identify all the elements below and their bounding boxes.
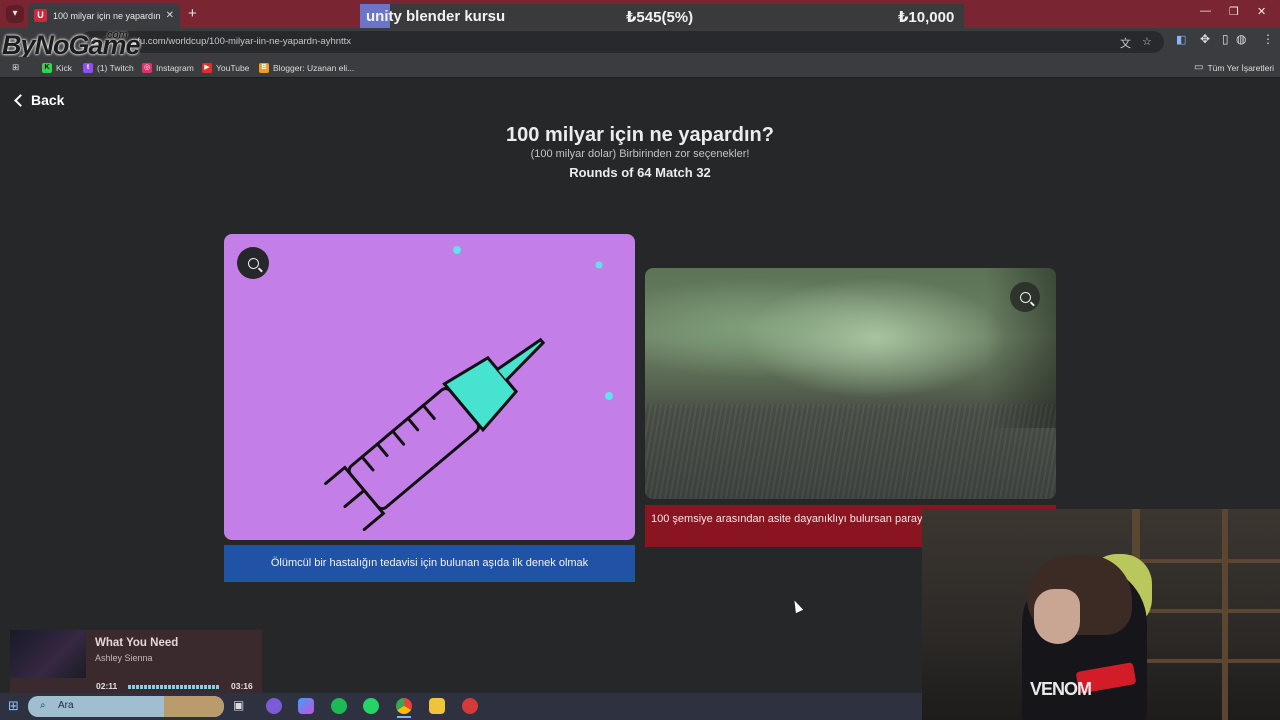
- youtube-icon: ▶: [202, 62, 212, 73]
- bookmark-star-icon[interactable]: ☆: [1142, 35, 1152, 48]
- track-progress: [128, 685, 220, 689]
- webcam-overlay: VENOM: [922, 509, 1280, 720]
- stream-logo-suffix: .com: [104, 29, 128, 41]
- tab-search-button[interactable]: ▾: [6, 5, 24, 23]
- bookmark-youtube[interactable]: ▶ YouTube: [202, 60, 249, 75]
- bookmarks-bar: ⊞ K Kick t (1) Twitch ◎ Instagram ▶ YouTube …: [0, 57, 1280, 78]
- ticker-amount: ₺545(5%): [626, 9, 694, 26]
- blogger-icon: B: [259, 62, 269, 73]
- taskbar: ⊞ ⌕ Ara ▣: [0, 693, 922, 720]
- site-favicon-icon: U: [34, 9, 47, 22]
- donation-ticker: unity blender kursu ₺545(5%) ₺10,000: [360, 4, 964, 30]
- translate-icon[interactable]: 文: [1120, 35, 1131, 51]
- folder-icon: ▭: [1194, 62, 1204, 73]
- taskbar-search[interactable]: ⌕ Ara: [28, 696, 224, 717]
- bookmark-blogger[interactable]: B Blogger: Uzanan eli...: [259, 60, 354, 75]
- url-text: ...ufu.com/worldcup/100-milyar-iin-ne-ya…: [124, 36, 352, 47]
- taskbar-search-label: Ara: [58, 700, 74, 711]
- kick-icon: K: [42, 62, 52, 73]
- mouse-cursor-icon: [790, 598, 804, 614]
- round-indicator: Rounds of 64 Match 32: [569, 165, 711, 180]
- bookmark-instagram[interactable]: ◎ Instagram: [142, 60, 194, 75]
- minimize-icon[interactable]: —: [1200, 5, 1211, 17]
- choice-right-image[interactable]: [645, 268, 1056, 499]
- copilot-icon[interactable]: [298, 698, 314, 714]
- choice-left-image[interactable]: [224, 234, 635, 540]
- obs-icon[interactable]: [462, 698, 478, 714]
- magnifier-icon: [1019, 291, 1031, 303]
- ticker-goal: ₺10,000: [898, 9, 955, 26]
- profile-avatar-icon[interactable]: ◍: [1236, 32, 1246, 46]
- address-toolbar: ⚙ ...ufu.com/worldcup/100-milyar-iin-ne-…: [0, 28, 1280, 57]
- track-artist: Ashley Sienna: [95, 653, 153, 663]
- zoom-right-button[interactable]: [1010, 282, 1040, 312]
- search-icon: ⌕: [40, 700, 46, 711]
- apps-grid-icon[interactable]: ⊞: [12, 60, 19, 75]
- track-duration: 03:16: [231, 681, 253, 691]
- menu-dots-icon[interactable]: ⋮: [1262, 32, 1274, 46]
- album-art: [10, 630, 86, 678]
- instagram-icon: ◎: [142, 62, 152, 73]
- discord-icon[interactable]: [266, 698, 282, 714]
- extension-icon[interactable]: ◧: [1176, 33, 1186, 46]
- windows-start-icon[interactable]: ⊞: [8, 698, 19, 714]
- chrome-icon[interactable]: [396, 698, 412, 714]
- browser-tab[interactable]: U 100 milyar için ne yapardın? | U ✕: [28, 3, 180, 28]
- shirt-print: VENOM: [1030, 679, 1092, 699]
- new-tab-button[interactable]: +: [188, 5, 197, 22]
- choice-left-caption[interactable]: Ölümcül bir hastalığın tedavisi için bul…: [224, 545, 635, 582]
- all-bookmarks[interactable]: ▭ Tüm Yer İşaretleri: [1194, 60, 1274, 75]
- twitch-icon: t: [83, 62, 93, 73]
- file-explorer-icon[interactable]: [429, 698, 445, 714]
- sidebar-icon[interactable]: ▯: [1222, 32, 1229, 46]
- track-elapsed: 02:11: [96, 681, 118, 691]
- rainy-ground: [645, 404, 1056, 499]
- back-label: Back: [31, 92, 65, 108]
- zoom-left-button[interactable]: [237, 247, 269, 279]
- ticker-text: unity blender kursu: [366, 8, 506, 25]
- now-playing-widget: What You Need Ashley Sienna 02:11 03:16: [10, 630, 262, 700]
- task-view-icon[interactable]: ▣: [233, 698, 244, 712]
- close-icon[interactable]: ✕: [166, 10, 174, 21]
- window-close-icon[interactable]: ✕: [1257, 5, 1266, 18]
- bookmark-twitch[interactable]: t (1) Twitch: [83, 60, 134, 75]
- restore-icon[interactable]: ❐: [1229, 5, 1239, 18]
- magnifier-icon: [247, 257, 259, 269]
- track-title: What You Need: [95, 637, 179, 649]
- syringe-illustration: [324, 246, 613, 531]
- whatsapp-icon[interactable]: [363, 698, 379, 714]
- back-button[interactable]: Back: [12, 92, 64, 108]
- bookmark-kick[interactable]: K Kick: [42, 60, 72, 75]
- puzzle-icon[interactable]: ✥: [1200, 32, 1210, 46]
- tab-title: 100 milyar için ne yapardın? | U: [53, 10, 160, 21]
- chevron-left-icon: [14, 93, 27, 107]
- omnibox[interactable]: ⚙ ...ufu.com/worldcup/100-milyar-iin-ne-…: [80, 31, 1164, 53]
- page-title: 100 milyar için ne yapardın?: [506, 124, 774, 146]
- spotify-icon[interactable]: [331, 698, 347, 714]
- page-subtitle: (100 milyar dolar) Birbirinden zor seçen…: [530, 148, 750, 160]
